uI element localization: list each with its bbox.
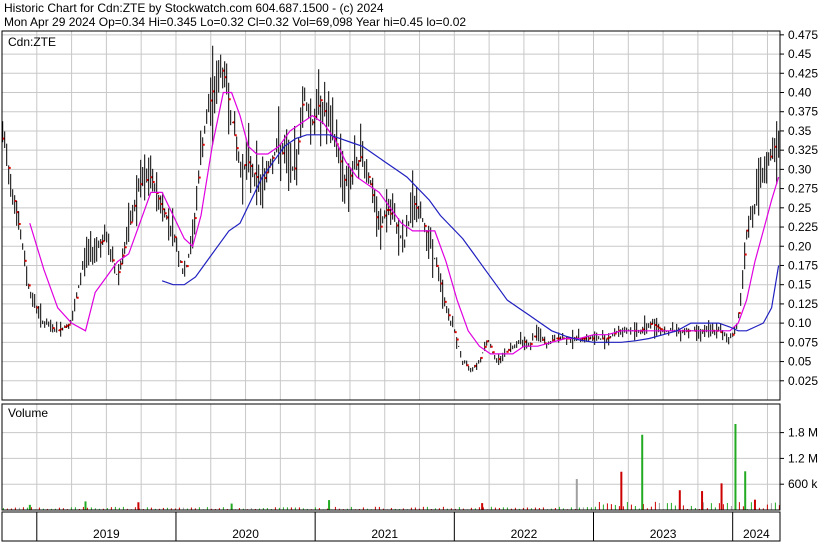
- close-marker: [272, 156, 275, 159]
- close-marker: [180, 260, 183, 263]
- close-marker: [490, 345, 493, 348]
- price-tick-label: 0.175: [788, 258, 818, 272]
- volume-spike: [641, 434, 644, 510]
- close-marker: [194, 217, 197, 220]
- stock-chart: 0.475 0.45 0.425 0.40 0.375 0.35 0.325 0.30 0.27…: [1, 28, 818, 542]
- close-marker: [738, 311, 741, 314]
- volume-spike: [744, 471, 747, 510]
- close-marker: [380, 225, 383, 228]
- volume-tick-label: 1.8 M: [788, 426, 818, 440]
- close-marker: [164, 212, 167, 215]
- close-marker: [320, 99, 323, 102]
- close-marker: [444, 300, 447, 303]
- volume-spike: [701, 491, 704, 510]
- close-marker: [76, 296, 79, 299]
- volume-spike: [230, 503, 233, 510]
- price-tick-label: 0.30: [788, 162, 812, 176]
- price-tick-label: 0.225: [788, 220, 818, 234]
- volume-spike: [28, 504, 31, 510]
- close-marker: [28, 284, 31, 287]
- volume-spike: [720, 483, 723, 510]
- price-tick-label: 0.15: [788, 278, 812, 292]
- year-label: 2023: [650, 527, 677, 541]
- close-marker: [436, 264, 439, 267]
- volume-spike: [328, 500, 331, 510]
- volume-spike: [620, 471, 623, 510]
- long-moving-average-line: [161, 134, 780, 343]
- close-marker: [130, 221, 133, 224]
- volume-spike: [481, 503, 484, 510]
- close-marker: [236, 147, 239, 150]
- close-marker: [456, 338, 459, 341]
- short-moving-average-line: [29, 91, 780, 355]
- close-marker: [506, 350, 509, 353]
- close-marker: [744, 253, 747, 256]
- price-tick-label: 0.25: [788, 201, 812, 215]
- volume-gridlines: [1, 404, 780, 510]
- year-label: 2022: [511, 527, 538, 541]
- close-marker: [466, 364, 469, 367]
- close-marker: [124, 246, 127, 249]
- volume-tick-label: 1.2 M: [788, 451, 818, 465]
- volume-spike: [84, 501, 87, 510]
- close-marker: [424, 224, 427, 227]
- close-marker: [492, 351, 495, 354]
- price-tick-label: 0.325: [788, 143, 818, 157]
- price-tick-label: 0.05: [788, 355, 812, 369]
- price-tick-label: 0.45: [788, 47, 812, 61]
- volume-spike: [734, 424, 737, 510]
- price-tick-label: 0.475: [788, 28, 818, 42]
- year-label: 2019: [93, 527, 120, 541]
- close-marker: [202, 143, 205, 146]
- close-marker: [198, 176, 201, 179]
- price-panel-label: Cdn:ZTE: [8, 35, 56, 49]
- volume-spike: [678, 490, 681, 510]
- close-marker: [448, 314, 451, 317]
- volume-spike: [575, 479, 578, 510]
- price-tick-label: 0.10: [788, 316, 812, 330]
- price-tick-label: 0.275: [788, 182, 818, 196]
- year-label: 2020: [232, 527, 259, 541]
- volume-spike: [137, 502, 140, 510]
- moving-averages: [29, 91, 780, 355]
- price-tick-label: 0.125: [788, 297, 818, 311]
- close-marker: [234, 134, 237, 137]
- close-marker: [480, 356, 483, 359]
- volume-spike: [753, 499, 756, 510]
- price-tick-label: 0.40: [788, 86, 812, 100]
- close-marker: [152, 180, 155, 183]
- close-marker: [228, 98, 231, 101]
- close-marker: [8, 166, 11, 169]
- close-marker: [68, 323, 71, 326]
- price-tick-label: 0.075: [788, 335, 818, 349]
- close-marker: [454, 331, 457, 334]
- close-marker: [186, 265, 189, 268]
- price-tick-label: 0.375: [788, 105, 818, 119]
- close-marker: [484, 345, 487, 348]
- close-marker: [530, 342, 533, 345]
- close-marker: [298, 140, 301, 143]
- price-tick-label: 0.20: [788, 239, 812, 253]
- close-marker: [24, 259, 27, 262]
- year-label: 2024: [743, 527, 770, 541]
- volume-tick-label: 600 k: [788, 477, 818, 491]
- price-tick-label: 0.35: [788, 124, 812, 138]
- close-marker: [118, 271, 121, 274]
- close-marker: [302, 103, 305, 106]
- close-marker: [368, 175, 371, 178]
- year-label: 2021: [371, 527, 398, 541]
- close-marker: [112, 259, 115, 262]
- volume-panel-label: Volume: [8, 406, 48, 420]
- close-marker: [18, 223, 21, 226]
- price-tick-label: 0.425: [788, 66, 818, 80]
- price-tick-label: 0.025: [788, 374, 818, 388]
